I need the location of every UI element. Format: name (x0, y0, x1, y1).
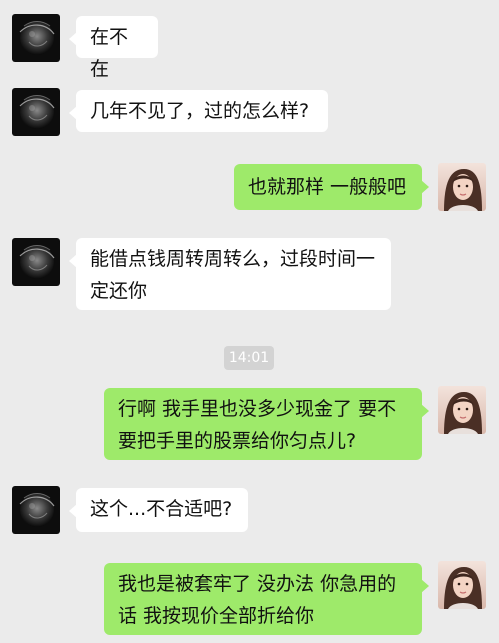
self-avatar[interactable] (438, 386, 486, 434)
dark-moon-avatar-icon (12, 14, 60, 62)
message-timestamp: 14:01 (224, 346, 274, 370)
message-bubble-incoming[interactable]: 能借点钱周转周转么，过段时间一 定还你 (69, 238, 391, 310)
self-avatar[interactable] (438, 561, 486, 609)
dark-moon-avatar-icon (12, 238, 60, 286)
contact-avatar[interactable] (12, 486, 60, 534)
girl-photo-avatar-icon (438, 386, 486, 434)
self-avatar[interactable] (438, 163, 486, 211)
dark-moon-avatar-icon (12, 486, 60, 534)
message-bubble-incoming[interactable]: 几年不见了，过的怎么样? (69, 90, 328, 132)
message-bubble-incoming[interactable]: 在不在 (69, 16, 158, 80)
girl-photo-avatar-icon (438, 163, 486, 211)
contact-avatar[interactable] (12, 14, 60, 62)
message-bubble-outgoing[interactable]: 行啊 我手里也没多少现金了 要不 要把手里的股票给你匀点儿? (104, 388, 429, 460)
message-bubble-outgoing[interactable]: 也就那样 一般般吧 (234, 164, 429, 210)
contact-avatar[interactable] (12, 88, 60, 136)
contact-avatar[interactable] (12, 238, 60, 286)
dark-moon-avatar-icon (12, 88, 60, 136)
message-bubble-outgoing[interactable]: 我也是被套牢了 没办法 你急用的 话 我按现价全部折给你 (104, 563, 429, 635)
girl-photo-avatar-icon (438, 561, 486, 609)
message-bubble-incoming[interactable]: 这个...不合适吧? (69, 488, 248, 532)
